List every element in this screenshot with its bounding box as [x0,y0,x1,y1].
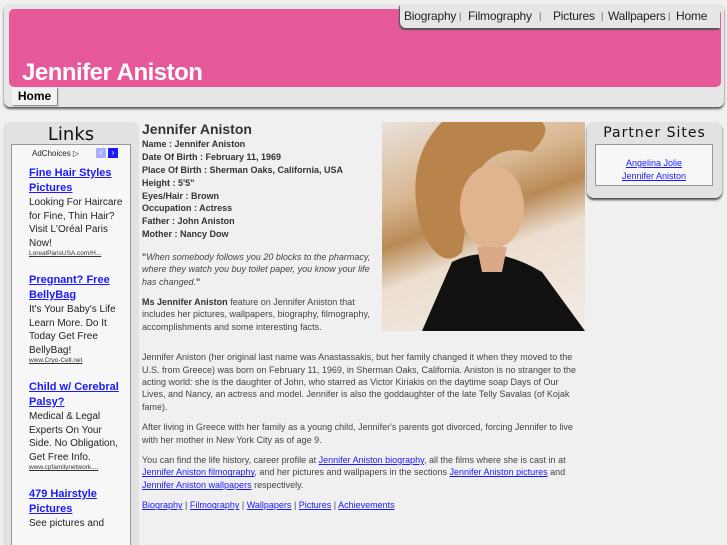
ad-desc: It's Your Baby's Life Learn More. Do It … [29,304,116,356]
links-sidebar: Links AdChoices ▷ ‹ › Fine Hair Styles P… [3,122,139,545]
text: , and her pictures and wallpapers in the… [254,467,450,478]
bio-paragraph-2: After living in Greece with her family a… [142,422,573,445]
ad-url[interactable]: www.Cryo-Cell.net [29,357,124,364]
ad-url[interactable]: www.cpfamilynetwork.... [29,464,124,471]
nav-filmography[interactable]: Filmography [468,9,532,23]
ad-desc: See pictures and [29,518,105,529]
partner-link-angelina-jolie[interactable]: Angelina Jolie [626,158,682,168]
footer-link-biography[interactable]: Biography [142,500,183,510]
text: and [547,467,566,478]
intro: Ms Jennifer Aniston feature on Jennifer … [142,296,378,333]
partner-sites-box: Partner Sites Angelina Jolie Jennifer An… [587,122,722,198]
ad-item: 479 Hairstyle Pictures See pictures and [12,481,124,531]
prev-ad-icon[interactable]: ‹ [95,148,106,158]
intro-bold: Ms Jennifer Aniston [142,297,228,307]
link-biography[interactable]: Jennifer Aniston biography [319,455,424,465]
top-nav: Biography | Filmography | Pictures | Wal… [400,4,720,28]
nav-pictures[interactable]: Pictures [553,9,595,23]
sidebar-title: Links [47,124,95,145]
nav-separator: | [601,11,604,21]
home-tab-label: Home [17,89,52,103]
text: You can find the life history, career pr… [142,455,319,466]
home-tab[interactable]: Home [12,87,57,105]
nav-home[interactable]: Home [676,9,707,23]
ad-item: Pregnant? Free BellyBag It's Your Baby's … [12,267,124,364]
adchoices-label[interactable]: AdChoices ▷ [32,149,79,158]
ad-desc: Looking For Haircare for Fine, Thin Hair… [29,197,123,249]
ad-title[interactable]: 479 Hairstyle Pictures [29,487,124,517]
bio-paragraph-1: Jennifer Aniston (her original last name… [142,352,577,412]
footer-link-wallpapers[interactable]: Wallpapers [247,500,292,510]
nav-separator: | [668,11,671,21]
bio-paragraph-3: You can find the life history, career pr… [142,454,584,491]
footer-link-pictures[interactable]: Pictures [299,500,332,510]
header: Jennifer Aniston Biography | Filmography… [4,4,724,107]
nav-separator: | [459,11,462,21]
nav-biography[interactable]: Biography [404,9,456,23]
link-pictures[interactable]: Jennifer Aniston pictures [450,467,548,477]
quote: "When somebody follows you 20 blocks to … [142,251,371,287]
text: respectively. [251,479,304,490]
partner-sites-title: Partner Sites [603,125,706,141]
site-title: Jennifer Aniston [22,59,203,86]
link-filmography[interactable]: Jennifer Aniston filmography [142,467,254,477]
footer-link-achievements[interactable]: Achievements [338,500,395,510]
ad-title[interactable]: Fine Hair Styles Pictures [29,166,124,196]
ad-title[interactable]: Child w/ Cerebral Palsy? [29,380,124,410]
quote-text: When somebody follows you 20 blocks to t… [142,251,371,287]
footer-links: Biography | Filmography | Wallpapers | P… [142,500,395,511]
ad-item: Fine Hair Styles Pictures Looking For Hai… [12,160,124,257]
ad-desc: Medical & Legal Experts On Your Side. No… [29,411,118,463]
ad-item: Child w/ Cerebral Palsy? Medical & Legal … [12,374,124,471]
next-ad-icon[interactable]: › [108,148,118,158]
jennifer-aniston-photo [382,122,585,331]
nav-wallpapers[interactable]: Wallpapers [608,9,666,23]
link-wallpapers[interactable]: Jennifer Aniston wallpapers [142,480,252,490]
ad-url[interactable]: LorealParisUSA.com/H... [29,250,124,257]
partner-link-jennifer-aniston[interactable]: Jennifer Aniston [622,171,686,181]
ad-title[interactable]: Pregnant? Free BellyBag [29,273,124,303]
ad-box: AdChoices ▷ ‹ › Fine Hair Styles Picture… [11,144,131,545]
footer-link-filmography[interactable]: Filmography [190,500,240,510]
text: , all the films where she is cast in at [424,455,566,466]
nav-separator: | [539,11,542,21]
